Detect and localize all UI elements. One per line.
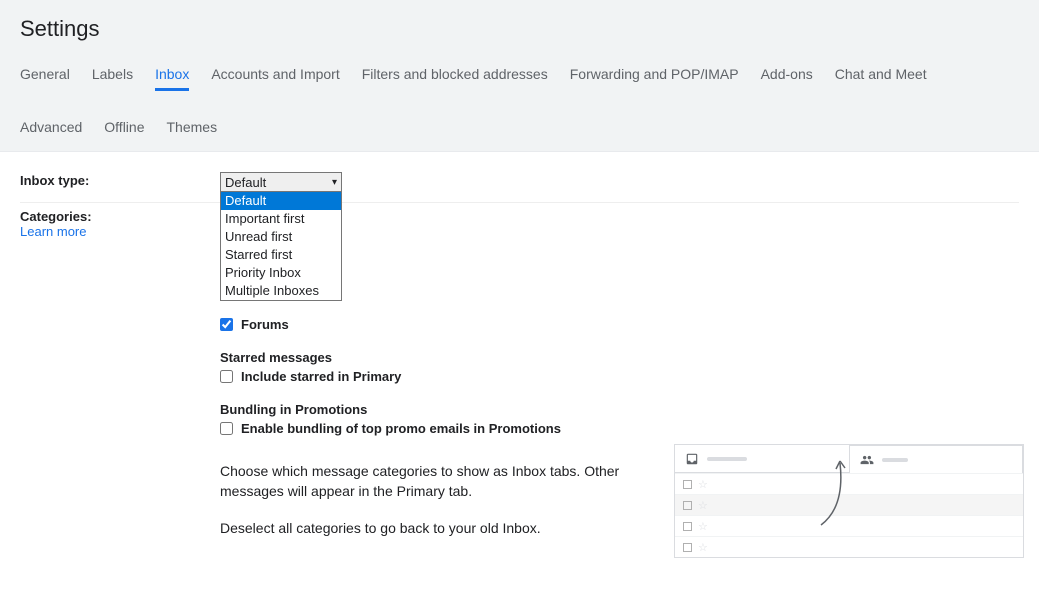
- inbox-type-select[interactable]: Default ▾ Default Important first Unread…: [220, 172, 342, 192]
- inbox-type-dropdown: Default Important first Unread first Sta…: [220, 191, 342, 301]
- checkbox-include-starred-row: Include starred in Primary: [220, 369, 1024, 384]
- tab-accounts-import[interactable]: Accounts and Import: [211, 60, 339, 91]
- categories-label: Categories:: [20, 209, 220, 224]
- option-starred-first[interactable]: Starred first: [221, 246, 341, 264]
- preview-row: ☆: [675, 536, 1023, 557]
- tab-filters-blocked[interactable]: Filters and blocked addresses: [362, 60, 548, 91]
- settings-header: Settings General Labels Inbox Accounts a…: [0, 0, 1039, 152]
- inbox-preview-illustration: ☆ ☆ ☆ ☆: [674, 444, 1024, 558]
- tab-chat-meet[interactable]: Chat and Meet: [835, 60, 927, 91]
- inbox-icon: [685, 452, 699, 466]
- tab-themes[interactable]: Themes: [167, 113, 218, 141]
- categories-row: Categories: Learn more Forums Starred me…: [20, 203, 1019, 568]
- option-default[interactable]: Default: [221, 192, 341, 210]
- preview-row: ☆: [675, 494, 1023, 515]
- option-priority-inbox[interactable]: Priority Inbox: [221, 264, 341, 282]
- inbox-type-label: Inbox type:: [20, 173, 89, 188]
- categories-desc-2: Deselect all categories to go back to yo…: [220, 519, 640, 539]
- tab-general[interactable]: General: [20, 60, 70, 91]
- tab-advanced[interactable]: Advanced: [20, 113, 82, 141]
- checkbox-include-starred-label[interactable]: Include starred in Primary: [241, 369, 401, 384]
- preview-row: ☆: [675, 473, 1023, 494]
- checkbox-forums[interactable]: [220, 318, 233, 331]
- people-icon: [860, 453, 874, 467]
- inbox-type-selected-text: Default: [225, 175, 266, 190]
- tab-labels[interactable]: Labels: [92, 60, 133, 91]
- tab-addons[interactable]: Add-ons: [761, 60, 813, 91]
- checkbox-enable-bundling-label[interactable]: Enable bundling of top promo emails in P…: [241, 421, 561, 436]
- preview-tab-primary: [675, 445, 849, 472]
- page-title: Settings: [20, 16, 1019, 42]
- preview-row: ☆: [675, 515, 1023, 536]
- tabs-row-1: General Labels Inbox Accounts and Import…: [20, 60, 1019, 99]
- categories-desc-1: Choose which message categories to show …: [220, 462, 640, 501]
- tab-inbox[interactable]: Inbox: [155, 60, 189, 91]
- option-multiple-inboxes[interactable]: Multiple Inboxes: [221, 282, 341, 300]
- checkbox-bundling-row: Enable bundling of top promo emails in P…: [220, 421, 1024, 436]
- bundling-heading: Bundling in Promotions: [220, 402, 1024, 417]
- option-important-first[interactable]: Important first: [221, 210, 341, 228]
- tab-offline[interactable]: Offline: [104, 113, 144, 141]
- checkbox-forums-row: Forums: [220, 317, 1024, 332]
- learn-more-link[interactable]: Learn more: [20, 224, 220, 239]
- checkbox-forums-label[interactable]: Forums: [241, 317, 289, 332]
- option-unread-first[interactable]: Unread first: [221, 228, 341, 246]
- checkbox-enable-bundling[interactable]: [220, 422, 233, 435]
- tabs-row-2: Advanced Offline Themes: [20, 99, 1019, 151]
- starred-messages-heading: Starred messages: [220, 350, 1024, 365]
- preview-tab-social: [849, 445, 1023, 473]
- inbox-type-row: Inbox type: Default ▾ Default Important …: [20, 166, 1019, 203]
- chevron-down-icon: ▾: [332, 177, 337, 188]
- categories-description: Choose which message categories to show …: [220, 462, 640, 539]
- inbox-type-selected[interactable]: Default ▾: [220, 172, 342, 192]
- checkbox-include-starred[interactable]: [220, 370, 233, 383]
- settings-content: Inbox type: Default ▾ Default Important …: [0, 152, 1039, 582]
- tab-forwarding-pop-imap[interactable]: Forwarding and POP/IMAP: [570, 60, 739, 91]
